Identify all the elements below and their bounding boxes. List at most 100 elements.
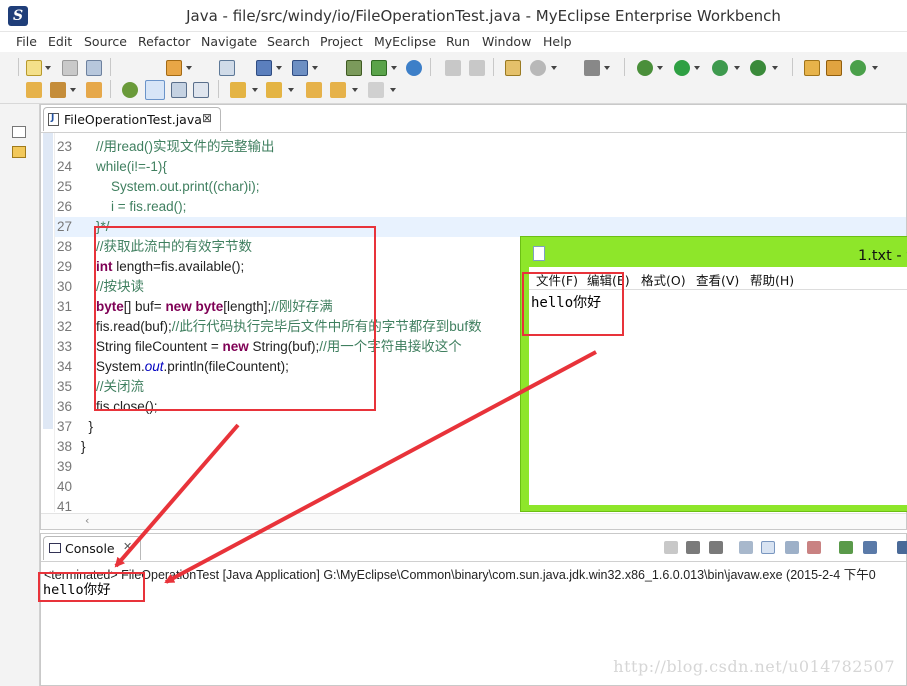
editor-tab-label: FileOperationTest.java bbox=[64, 112, 202, 127]
show-whitespace-icon[interactable] bbox=[193, 82, 209, 98]
menu-file[interactable]: File bbox=[16, 34, 37, 49]
notepad-menu-view[interactable]: 查看(V) bbox=[696, 270, 739, 289]
package-explorer-icon[interactable] bbox=[12, 146, 26, 158]
bug-icon[interactable] bbox=[637, 60, 653, 76]
code-line[interactable]: 23 //用read()实现文件的完整输出 bbox=[55, 137, 906, 157]
line-number: 27 bbox=[57, 219, 73, 234]
notepad-title: 1.txt - 记 bbox=[858, 248, 907, 264]
code-line[interactable]: 25 System.out.print((char)i); bbox=[55, 177, 906, 197]
line-number: 26 bbox=[57, 199, 73, 214]
menu-refactor[interactable]: Refactor bbox=[138, 34, 190, 49]
scroll-lock-icon[interactable] bbox=[761, 541, 775, 554]
console-status: <terminated> FileOperationTest [Java App… bbox=[44, 568, 876, 582]
history-back-icon[interactable] bbox=[306, 82, 322, 98]
gear-icon[interactable] bbox=[530, 60, 546, 76]
run-config-icon[interactable] bbox=[712, 60, 728, 76]
watermark: http://blog.csdn.net/u014782507 bbox=[613, 657, 895, 676]
line-number: 36 bbox=[57, 399, 73, 414]
folder-icon[interactable] bbox=[86, 82, 102, 98]
show-stdout-icon[interactable] bbox=[785, 541, 799, 554]
code-line[interactable]: 24 while(i!=-1){ bbox=[55, 157, 906, 177]
line-number: 28 bbox=[57, 239, 73, 254]
close-icon[interactable]: ⊠ bbox=[202, 111, 212, 125]
display-console-icon[interactable] bbox=[863, 541, 877, 554]
server-icon[interactable] bbox=[219, 60, 235, 76]
notepad-icon bbox=[533, 246, 545, 261]
menu-navigate[interactable]: Navigate bbox=[201, 34, 257, 49]
menu-search[interactable]: Search bbox=[267, 34, 310, 49]
task-icon[interactable] bbox=[505, 60, 521, 76]
search-icon[interactable] bbox=[346, 60, 362, 76]
print-icon[interactable] bbox=[86, 60, 102, 76]
forward-icon[interactable] bbox=[469, 60, 485, 76]
line-number: 39 bbox=[57, 459, 73, 474]
close-icon[interactable]: ✕ bbox=[123, 540, 132, 553]
console-tab[interactable]: Console ✕ bbox=[43, 536, 141, 560]
new-component-icon[interactable] bbox=[850, 60, 866, 76]
highlight-box-console bbox=[38, 572, 145, 602]
highlight-box-code bbox=[94, 226, 376, 411]
new-wizard-icon[interactable] bbox=[26, 60, 42, 76]
open-console-icon[interactable] bbox=[897, 541, 907, 554]
menu-source[interactable]: Source bbox=[84, 34, 127, 49]
clear-console-icon[interactable] bbox=[739, 541, 753, 554]
terminate-icon[interactable] bbox=[664, 541, 678, 554]
title-bar: S Java - file/src/windy/io/FileOperation… bbox=[0, 0, 907, 32]
line-number: 40 bbox=[57, 479, 73, 494]
globe-icon[interactable] bbox=[406, 60, 422, 76]
new-class-icon[interactable] bbox=[804, 60, 820, 76]
highlight-icon[interactable] bbox=[145, 80, 165, 100]
external-tools-icon[interactable] bbox=[750, 60, 766, 76]
line-number: 32 bbox=[57, 319, 73, 334]
prev-annotation-icon[interactable] bbox=[230, 82, 246, 98]
pen-icon[interactable] bbox=[50, 82, 66, 98]
debug-icon[interactable] bbox=[371, 60, 387, 76]
line-number: 41 bbox=[57, 499, 73, 512]
line-number: 38 bbox=[57, 439, 73, 454]
line-number: 30 bbox=[57, 279, 73, 294]
arrow-right-icon[interactable] bbox=[368, 82, 384, 98]
line-number: 24 bbox=[57, 159, 73, 174]
menu-help[interactable]: Help bbox=[543, 34, 572, 49]
main-toolbar bbox=[0, 52, 907, 104]
pin-console-icon[interactable] bbox=[839, 541, 853, 554]
overview-ruler bbox=[41, 133, 55, 512]
notepad-menu-help[interactable]: 帮助(H) bbox=[750, 270, 794, 289]
menu-run[interactable]: Run bbox=[446, 34, 470, 49]
new-server-icon[interactable] bbox=[26, 82, 42, 98]
code-line[interactable]: 26 i = fis.read(); bbox=[55, 197, 906, 217]
line-number: 25 bbox=[57, 179, 73, 194]
java-file-icon bbox=[48, 113, 59, 126]
remove-all-icon[interactable] bbox=[709, 541, 723, 554]
block-selection-icon[interactable] bbox=[171, 82, 187, 98]
remove-launch-icon[interactable] bbox=[686, 541, 700, 554]
next-annotation-icon[interactable] bbox=[122, 82, 138, 98]
menu-window[interactable]: Window bbox=[482, 34, 531, 49]
run-icon[interactable] bbox=[674, 60, 690, 76]
line-number: 29 bbox=[57, 259, 73, 274]
line-number: 23 bbox=[57, 139, 73, 154]
console-icon bbox=[49, 543, 61, 553]
editor-tab[interactable]: FileOperationTest.java ⊠ bbox=[43, 107, 221, 131]
new-package-icon[interactable] bbox=[826, 60, 842, 76]
menu-project[interactable]: Project bbox=[320, 34, 363, 49]
menu-bar: File Edit Source Refactor Navigate Searc… bbox=[0, 32, 907, 52]
back-icon[interactable] bbox=[445, 60, 461, 76]
notepad-menu-format[interactable]: 格式(O) bbox=[641, 270, 686, 289]
menu-edit[interactable]: Edit bbox=[48, 34, 72, 49]
camera-icon[interactable] bbox=[584, 60, 600, 76]
open-type-icon[interactable] bbox=[292, 60, 308, 76]
last-edit-icon[interactable] bbox=[266, 82, 282, 98]
show-stderr-icon[interactable] bbox=[807, 541, 821, 554]
deploy-icon[interactable] bbox=[256, 60, 272, 76]
line-number: 31 bbox=[57, 299, 73, 314]
arrow-left-icon[interactable] bbox=[330, 82, 346, 98]
line-number: 35 bbox=[57, 379, 73, 394]
save-icon[interactable] bbox=[62, 60, 78, 76]
build-icon[interactable] bbox=[166, 60, 182, 76]
horizontal-scrollbar[interactable]: ‹ bbox=[41, 513, 906, 529]
restore-icon[interactable] bbox=[12, 126, 26, 138]
window-title: Java - file/src/windy/io/FileOperationTe… bbox=[186, 7, 781, 25]
menu-myeclipse[interactable]: MyEclipse bbox=[374, 34, 436, 49]
console-tab-label: Console bbox=[65, 541, 115, 556]
